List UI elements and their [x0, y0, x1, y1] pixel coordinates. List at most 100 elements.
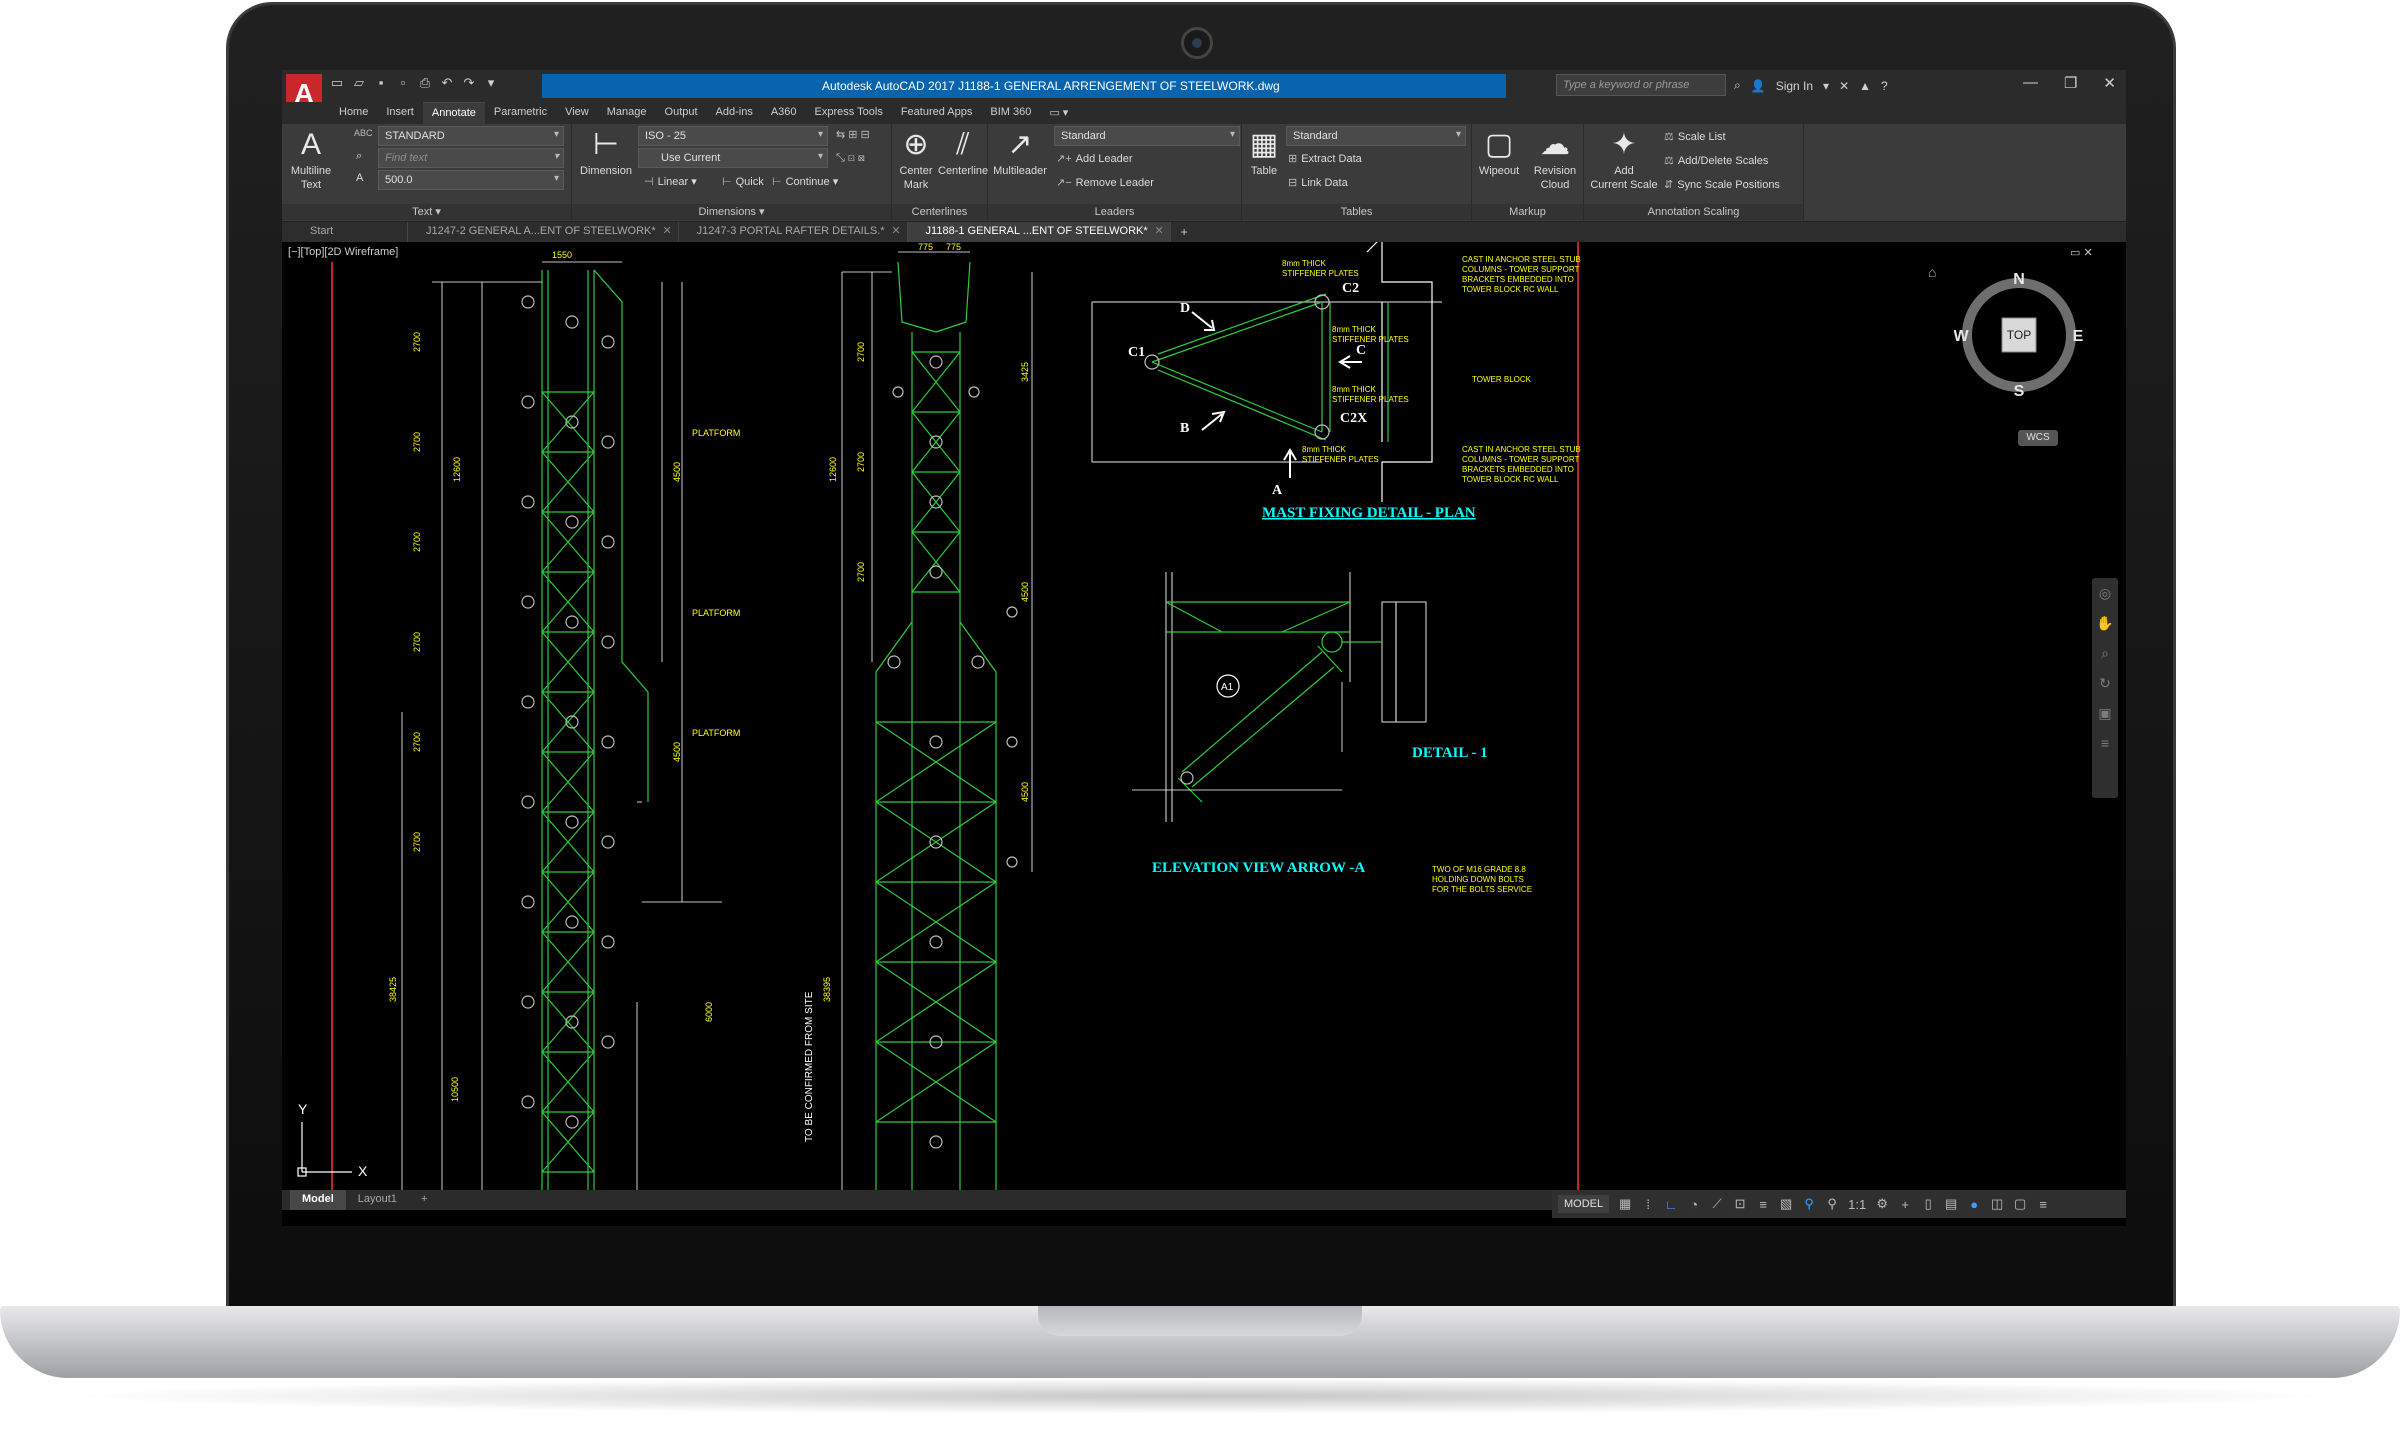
centerline-button[interactable]: ⫽ Centerline [938, 128, 988, 178]
dim-style-dropdown[interactable]: ISO - 25 [638, 126, 828, 146]
save-as-icon[interactable]: ▫ [396, 76, 410, 90]
sign-in-button[interactable]: Sign In [1776, 79, 1813, 93]
tab-home[interactable]: Home [330, 102, 377, 124]
tab-layout1[interactable]: Layout1 [346, 1190, 409, 1210]
steering-wheel-icon[interactable]: ◎ [2092, 578, 2118, 608]
dim-layer-dropdown[interactable]: Use Current [638, 148, 828, 168]
remove-leader-button[interactable]: ↗− Remove Leader [1056, 176, 1154, 189]
drawing-canvas[interactable]: 1550 2700 2700 2700 2700 2700 2700 12600… [282, 242, 2126, 1190]
viewcube[interactable]: TOP N S E W [1954, 270, 2084, 400]
close-tab-icon[interactable]: ✕ [891, 224, 900, 237]
find-text-input[interactable]: Find text [378, 148, 564, 168]
text-panel-title[interactable]: Text ▾ [282, 204, 571, 220]
center-mark-button[interactable]: ⊕ Center Mark [894, 128, 938, 192]
tab-manage[interactable]: Manage [598, 102, 656, 124]
dimensions-panel-title[interactable]: Dimensions ▾ [572, 204, 891, 220]
orbit-icon[interactable]: ↻ [2092, 668, 2118, 698]
auto-scale-icon[interactable]: ⚲ [1825, 1196, 1839, 1212]
multileader-button[interactable]: ↗ Multileader [990, 128, 1050, 178]
tab-a360[interactable]: A360 [762, 102, 806, 124]
tab-parametric[interactable]: Parametric [485, 102, 556, 124]
text-height-dropdown[interactable]: 500.0 [378, 170, 564, 190]
customize-dropdown-icon[interactable]: ▾ [484, 76, 498, 90]
file-tab-start[interactable]: Start [292, 222, 408, 242]
revision-cloud-button[interactable]: ☁ Revision Cloud [1528, 128, 1582, 192]
customization-menu-icon[interactable]: ≡ [2036, 1197, 2050, 1212]
user-icon[interactable]: 👤 [1751, 79, 1766, 93]
scale-list-button[interactable]: ⚖ Scale List [1664, 130, 1726, 143]
multiline-text-button[interactable]: A Multiline Text [286, 128, 336, 192]
sync-scale-positions-button[interactable]: ⇵ Sync Scale Positions [1664, 178, 1780, 191]
exchange-icon[interactable]: ✕ [1839, 79, 1849, 93]
units-icon[interactable]: ▯ [1921, 1196, 1935, 1212]
restore-icon[interactable]: ❐ [2064, 74, 2077, 92]
close-icon[interactable]: ✕ [2103, 74, 2116, 92]
quick-properties-icon[interactable]: ▤ [1944, 1196, 1958, 1212]
workspace-gear-icon[interactable]: ⚙ [1875, 1196, 1889, 1212]
annotation-monitor-icon[interactable]: + [1898, 1197, 1912, 1212]
dim-tools-icons[interactable]: ⇆ ⊞ ⊟ [836, 128, 870, 141]
nav-bar-menu-icon[interactable]: ≡ [2092, 728, 2118, 758]
dimension-button[interactable]: ⊢ Dimension [576, 128, 636, 178]
object-snap-icon[interactable]: ⊡ [1733, 1196, 1747, 1212]
connect-icon[interactable]: ▲ [1859, 79, 1871, 93]
tab-featured-apps[interactable]: Featured Apps [892, 102, 982, 124]
quick-dim-button[interactable]: ⊢ Quick [722, 175, 764, 188]
annotation-visibility-icon[interactable]: ⚲ [1802, 1196, 1816, 1212]
tab-bim-360[interactable]: BIM 360 [981, 102, 1040, 124]
transparency-icon[interactable]: ▧ [1779, 1196, 1793, 1212]
add-layout-button[interactable]: + [409, 1190, 439, 1210]
tab-view[interactable]: View [556, 102, 598, 124]
tab-model[interactable]: Model [290, 1190, 346, 1210]
model-space-button[interactable]: MODEL [1558, 1195, 1610, 1213]
grid-icon[interactable]: ▦ [1618, 1196, 1632, 1212]
link-data-button[interactable]: ⊟ Link Data [1288, 176, 1348, 189]
tab-annotate[interactable]: Annotate [422, 102, 485, 124]
table-button[interactable]: ▦ Table [1244, 128, 1284, 178]
leader-style-dropdown[interactable]: Standard [1054, 126, 1240, 146]
pan-icon[interactable]: ✋ [2092, 608, 2118, 638]
print-icon[interactable]: ⎙ [418, 76, 432, 90]
viewport-controls[interactable]: [−][Top][2D Wireframe] [288, 246, 398, 258]
file-tab-j1247-2[interactable]: J1247-2 GENERAL A...ENT OF STEELWORK* ✕ [408, 222, 679, 242]
close-tab-icon[interactable]: ✕ [1154, 224, 1163, 237]
text-style-dropdown[interactable]: STANDARD [378, 126, 564, 146]
showmotion-icon[interactable]: ▣ [2092, 698, 2118, 728]
add-delete-scales-button[interactable]: ⚖ Add/Delete Scales [1664, 154, 1768, 167]
save-icon[interactable]: ▪ [374, 76, 388, 90]
undo-icon[interactable]: ↶ [440, 76, 454, 90]
add-current-scale-button[interactable]: ✦ Add Current Scale [1586, 128, 1662, 192]
new-file-icon[interactable]: ▭ [330, 76, 344, 90]
annotation-scale-dropdown[interactable]: 1:1 [1848, 1197, 1866, 1212]
chevron-down-icon[interactable]: ▾ [1823, 79, 1829, 93]
fullscreen-icon[interactable]: ▢ [2013, 1196, 2027, 1212]
isodraft-icon[interactable]: ⟋ [1710, 1196, 1724, 1212]
help-icon[interactable]: ? [1881, 79, 1888, 93]
table-style-dropdown[interactable]: Standard [1286, 126, 1466, 146]
new-tab-button[interactable]: + [1171, 222, 1198, 242]
viewport-window-controls[interactable]: ▭ ✕ [2070, 246, 2093, 259]
file-tab-j1247-3[interactable]: J1247-3 PORTAL RAFTER DETAILS.* ✕ [679, 222, 908, 242]
ribbon-minimize-icon[interactable]: ▭ ▾ [1040, 102, 1077, 124]
continue-dim-button[interactable]: ⊢ Continue ▾ [772, 175, 838, 188]
tab-insert[interactable]: Insert [377, 102, 423, 124]
add-leader-button[interactable]: ↗+ Add Leader [1056, 152, 1133, 165]
dim-tools-icons-2[interactable]: ⤡ ⊡ ⊠ [836, 152, 865, 165]
minimize-icon[interactable]: — [2023, 74, 2038, 92]
open-folder-icon[interactable]: ▱ [352, 76, 366, 90]
polar-icon[interactable]: ◔ [1687, 1197, 1701, 1212]
zoom-icon[interactable]: ⌕ [2092, 638, 2118, 668]
extract-data-button[interactable]: ⊞ Extract Data [1288, 152, 1362, 165]
binoculars-icon[interactable]: ⌕ [1734, 78, 1741, 93]
search-input[interactable]: Type a keyword or phrase [1556, 74, 1726, 96]
tab-add-ins[interactable]: Add-ins [707, 102, 762, 124]
isolate-objects-icon[interactable]: ◫ [1990, 1196, 2004, 1212]
wcs-menu[interactable]: WCS [2018, 430, 2058, 446]
home-view-icon[interactable]: ⌂ [1928, 264, 1936, 280]
tab-output[interactable]: Output [656, 102, 707, 124]
hardware-acceleration-icon[interactable]: ● [1967, 1197, 1981, 1212]
lineweight-icon[interactable]: ≡ [1756, 1197, 1770, 1212]
file-tab-j1188-1[interactable]: J1188-1 GENERAL ...ENT OF STEELWORK* ✕ [907, 222, 1171, 242]
close-tab-icon[interactable]: ✕ [662, 224, 671, 237]
wipeout-button[interactable]: ▢ Wipeout [1474, 128, 1524, 178]
